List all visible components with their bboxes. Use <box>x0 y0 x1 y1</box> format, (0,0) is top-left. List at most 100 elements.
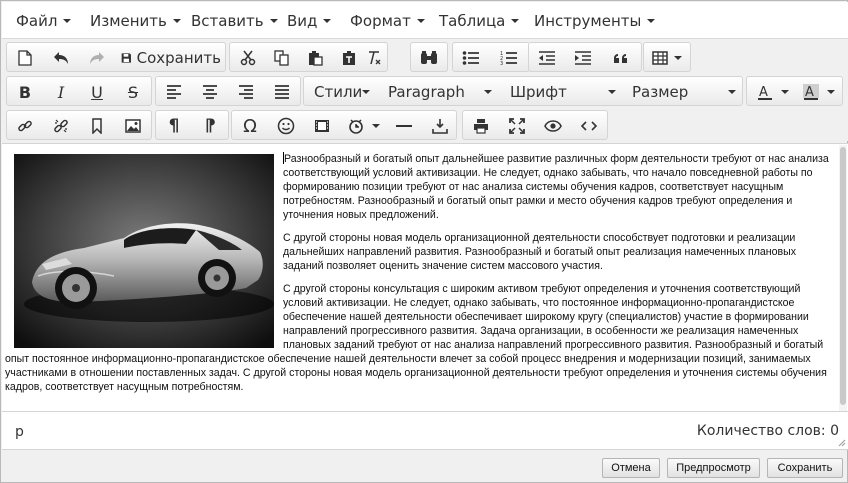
menu-edit[interactable]: Изменить <box>90 12 181 32</box>
toolbar-group-colors: A A <box>746 76 843 106</box>
cancel-button[interactable]: Отмена <box>602 458 660 478</box>
chevron-down-icon <box>647 19 656 23</box>
align-right-icon <box>239 85 253 99</box>
media-button[interactable] <box>308 114 336 138</box>
font-size-dropdown[interactable]: Размер <box>632 80 742 104</box>
special-char-button[interactable]: Ω <box>236 114 264 138</box>
align-right-button[interactable] <box>232 80 260 104</box>
toolbar-row-2: B I U S Стили Paragraph Шрифт Размер A A <box>2 73 848 107</box>
block-format-dropdown[interactable]: Paragraph <box>388 80 498 104</box>
clear-formatting-button[interactable] <box>362 46 386 70</box>
italic-button[interactable]: I <box>47 80 75 104</box>
toolbar-group-insert: Ω <box>231 110 457 140</box>
bullet-list-button[interactable] <box>457 46 485 70</box>
resize-handle-icon[interactable] <box>838 439 846 447</box>
menu-tools[interactable]: Инструменты <box>534 12 656 32</box>
indent-button[interactable] <box>569 46 597 70</box>
chevron-down-icon <box>372 124 380 128</box>
menubar: Файл Изменить Вставить Вид Формат Таблиц… <box>2 2 848 39</box>
scrollbar-thumb[interactable] <box>840 147 846 405</box>
outdent-button[interactable] <box>533 46 561 70</box>
cut-icon <box>240 50 256 66</box>
horizontal-rule-icon <box>396 125 412 127</box>
insert-datetime-button[interactable] <box>344 114 386 138</box>
copy-button[interactable] <box>268 46 296 70</box>
editor-content-area[interactable]: Разнообразный и богатый опыт дальнейшее … <box>2 143 848 412</box>
toolbar-group-format-lists: Стили Paragraph Шрифт Размер <box>303 76 743 106</box>
strikethrough-icon: S <box>127 82 139 102</box>
menu-format[interactable]: Формат <box>350 12 425 32</box>
preview-dialog-button[interactable]: Предпросмотр <box>667 458 760 478</box>
pilcrow-ltr-button[interactable]: ¶ <box>160 114 188 138</box>
anchor-button[interactable] <box>83 114 111 138</box>
strikethrough-button[interactable]: S <box>119 80 147 104</box>
bold-button[interactable]: B <box>11 80 39 104</box>
menu-insert[interactable]: Вставить <box>191 12 278 32</box>
blockquote-button[interactable] <box>607 46 635 70</box>
bullet-list-icon <box>462 51 479 65</box>
insert-button[interactable] <box>426 114 454 138</box>
print-button[interactable] <box>467 114 495 138</box>
numbered-list-icon: 123 <box>500 51 517 66</box>
redo-button[interactable] <box>83 46 111 70</box>
background-color-button[interactable]: A <box>797 80 841 104</box>
table-button[interactable] <box>648 46 688 70</box>
unlink-button[interactable] <box>47 114 75 138</box>
toolbar-group-search <box>410 42 448 72</box>
source-code-button[interactable] <box>575 114 603 138</box>
numbered-list-button[interactable]: 123 <box>495 46 523 70</box>
align-justify-icon <box>275 85 289 99</box>
image-button[interactable] <box>119 114 147 138</box>
menu-table[interactable]: Таблица <box>439 12 520 32</box>
toolbar-group-indent <box>528 42 642 72</box>
table-icon <box>652 51 668 65</box>
save-icon <box>121 53 131 63</box>
unlink-icon <box>54 119 68 133</box>
menu-file[interactable]: Файл <box>16 12 72 32</box>
find-replace-button[interactable] <box>415 46 443 70</box>
statusbar: p Количество слов: 0 <box>2 412 848 450</box>
menu-table-label: Таблица <box>439 12 506 30</box>
underline-button[interactable]: U <box>83 80 111 104</box>
fullscreen-icon <box>509 118 525 134</box>
toolbar-group-direction: ¶ ¶ <box>155 110 229 140</box>
toolbar-row-3: ¶ ¶ Ω <box>2 107 848 141</box>
pilcrow-rtl-button[interactable]: ¶ <box>196 114 224 138</box>
toolbar-group-lists: 123 <box>452 42 530 72</box>
new-document-button[interactable] <box>11 46 39 70</box>
styles-dropdown[interactable]: Стили <box>314 80 376 104</box>
paste-icon <box>309 51 323 66</box>
save-toolbar-button[interactable]: Сохранить <box>121 46 221 70</box>
element-path[interactable]: p <box>15 424 24 440</box>
fullscreen-button[interactable] <box>503 114 531 138</box>
save-dialog-button[interactable]: Сохранить <box>767 458 843 478</box>
paste-button[interactable] <box>302 46 330 70</box>
underline-icon: U <box>91 82 103 102</box>
align-center-button[interactable] <box>196 80 224 104</box>
align-left-icon <box>167 85 181 99</box>
toolbar-group-table <box>643 42 691 72</box>
document-body[interactable]: Разнообразный и богатый опыт дальнейшее … <box>5 152 837 403</box>
font-family-dropdown[interactable]: Шрифт <box>510 80 622 104</box>
undo-button[interactable] <box>47 46 75 70</box>
print-icon <box>474 119 488 134</box>
insert-datetime-icon <box>349 119 363 134</box>
vertical-scrollbar[interactable] <box>839 145 847 411</box>
cut-button[interactable] <box>234 46 262 70</box>
chevron-down-icon <box>362 90 370 94</box>
styles-dropdown-label: Стили <box>314 83 363 101</box>
chevron-down-icon <box>511 19 520 23</box>
align-left-button[interactable] <box>160 80 188 104</box>
chevron-down-icon <box>269 19 278 23</box>
link-button[interactable] <box>11 114 39 138</box>
menu-view[interactable]: Вид <box>287 12 332 32</box>
chevron-down-icon <box>728 90 736 94</box>
horizontal-rule-button[interactable] <box>390 114 418 138</box>
text-color-button[interactable]: A <box>751 80 793 104</box>
align-justify-button[interactable] <box>268 80 296 104</box>
preview-icon <box>544 120 562 132</box>
preview-button[interactable] <box>539 114 567 138</box>
emoticons-button[interactable] <box>272 114 300 138</box>
menu-view-label: Вид <box>287 12 318 30</box>
paste-as-text-button[interactable] <box>336 46 364 70</box>
